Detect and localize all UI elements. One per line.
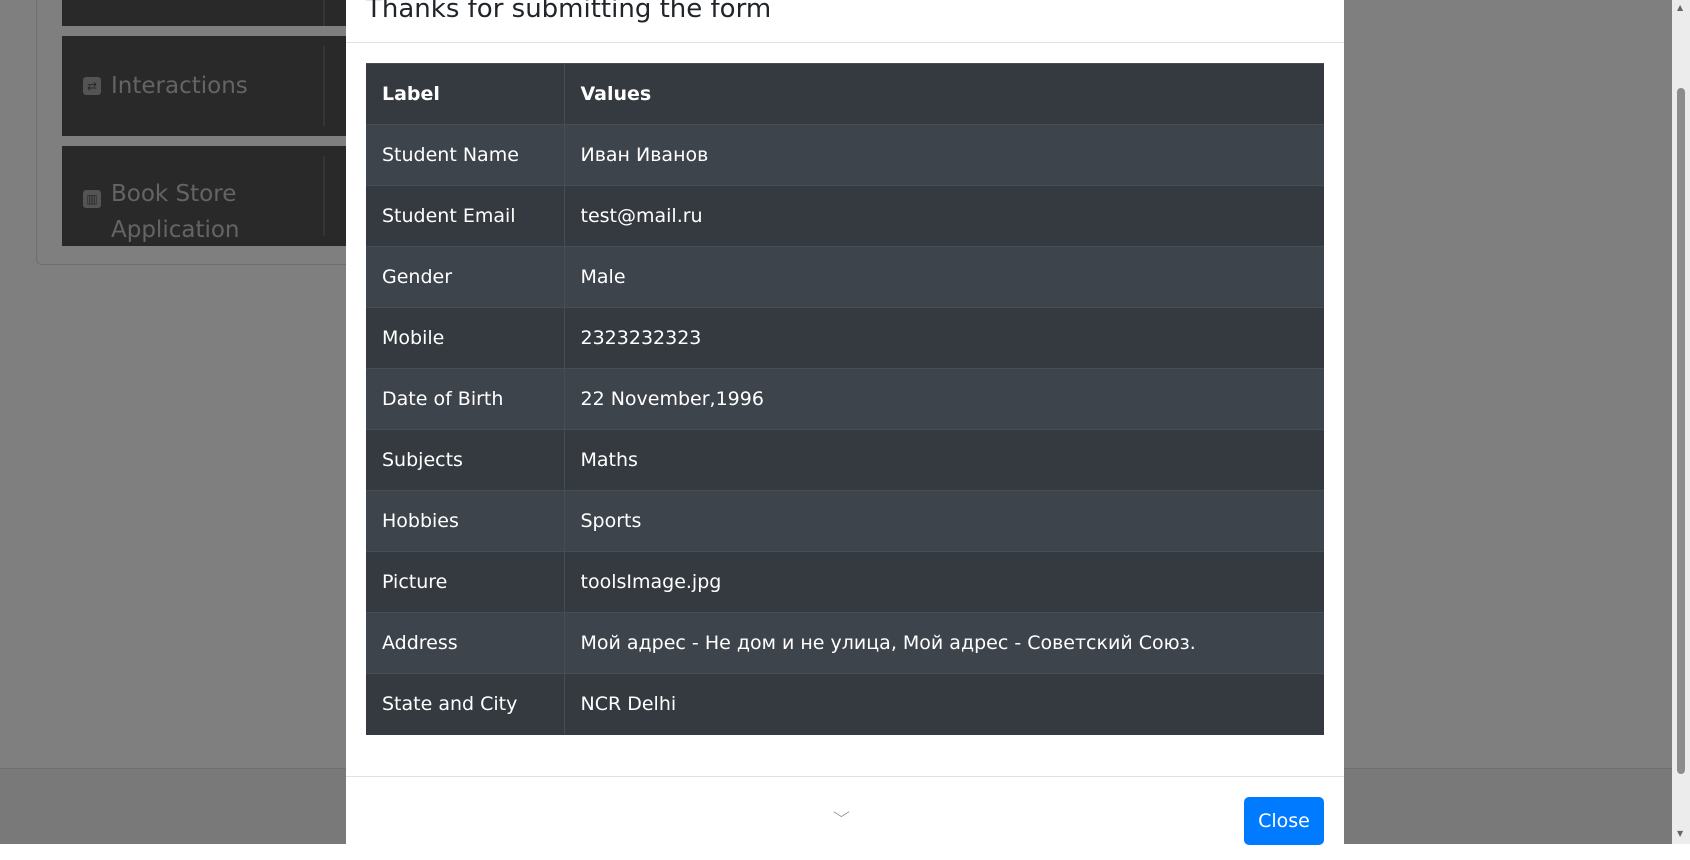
row-value: test@mail.ru [564, 185, 1324, 247]
row-value: Sports [564, 490, 1324, 552]
table-row: Picture toolsImage.jpg [366, 551, 1324, 613]
page-scrollbar[interactable]: ▲ ▼ [1672, 0, 1690, 844]
table-row: Subjects Maths [366, 429, 1324, 491]
row-label: Hobbies [366, 490, 565, 552]
table-row: Mobile 2323232323 [366, 307, 1324, 369]
row-label: State and City [366, 673, 565, 735]
row-label: Date of Birth [366, 368, 565, 430]
modal-header-divider [346, 42, 1344, 43]
row-value: Мой адрес - Не дом и не улица, Мой адрес… [564, 612, 1324, 674]
table-row: Date of Birth 22 November,1996 [366, 368, 1324, 430]
table-row: Gender Male [366, 246, 1324, 308]
row-value: 22 November,1996 [564, 368, 1324, 430]
modal-title: Thanks for submitting the form [366, 0, 772, 24]
scroll-up-arrow-icon[interactable]: ▲ [1677, 3, 1683, 12]
row-label: Student Email [366, 185, 565, 247]
row-value: 2323232323 [564, 307, 1324, 369]
column-header-label: Label [366, 63, 565, 125]
row-value: Male [564, 246, 1324, 308]
table-row: Hobbies Sports [366, 490, 1324, 552]
table-row: Address Мой адрес - Не дом и не улица, М… [366, 612, 1324, 674]
row-label: Subjects [366, 429, 565, 491]
column-header-values: Values [564, 63, 1324, 125]
table-row: State and City NCR Delhi [366, 673, 1324, 735]
row-label: Gender [366, 246, 565, 308]
row-value: Maths [564, 429, 1324, 491]
row-value: Иван Иванов [564, 124, 1324, 186]
scroll-down-arrow-icon[interactable]: ▼ [1677, 829, 1683, 838]
row-label: Address [366, 612, 565, 674]
scrollbar-thumb[interactable] [1677, 88, 1685, 774]
page: ⇄ Interactions ▥ Book Store Application … [0, 0, 1690, 860]
chevron-down-icon: ⌵ [832, 805, 850, 821]
modal-footer-divider [346, 776, 1344, 777]
row-value: NCR Delhi [564, 673, 1324, 735]
table-header-row: Label Values [366, 63, 1324, 125]
row-value: toolsImage.jpg [564, 551, 1324, 613]
results-table: Label Values Student Name Иван Иванов St… [366, 63, 1324, 735]
row-label: Mobile [366, 307, 565, 369]
table-row: Student Email test@mail.ru [366, 185, 1324, 247]
results-modal: Thanks for submitting the form Label Val… [346, 0, 1344, 860]
row-label: Picture [366, 551, 565, 613]
row-label: Student Name [366, 124, 565, 186]
close-button[interactable]: Close [1244, 797, 1324, 845]
table-row: Student Name Иван Иванов [366, 124, 1324, 186]
